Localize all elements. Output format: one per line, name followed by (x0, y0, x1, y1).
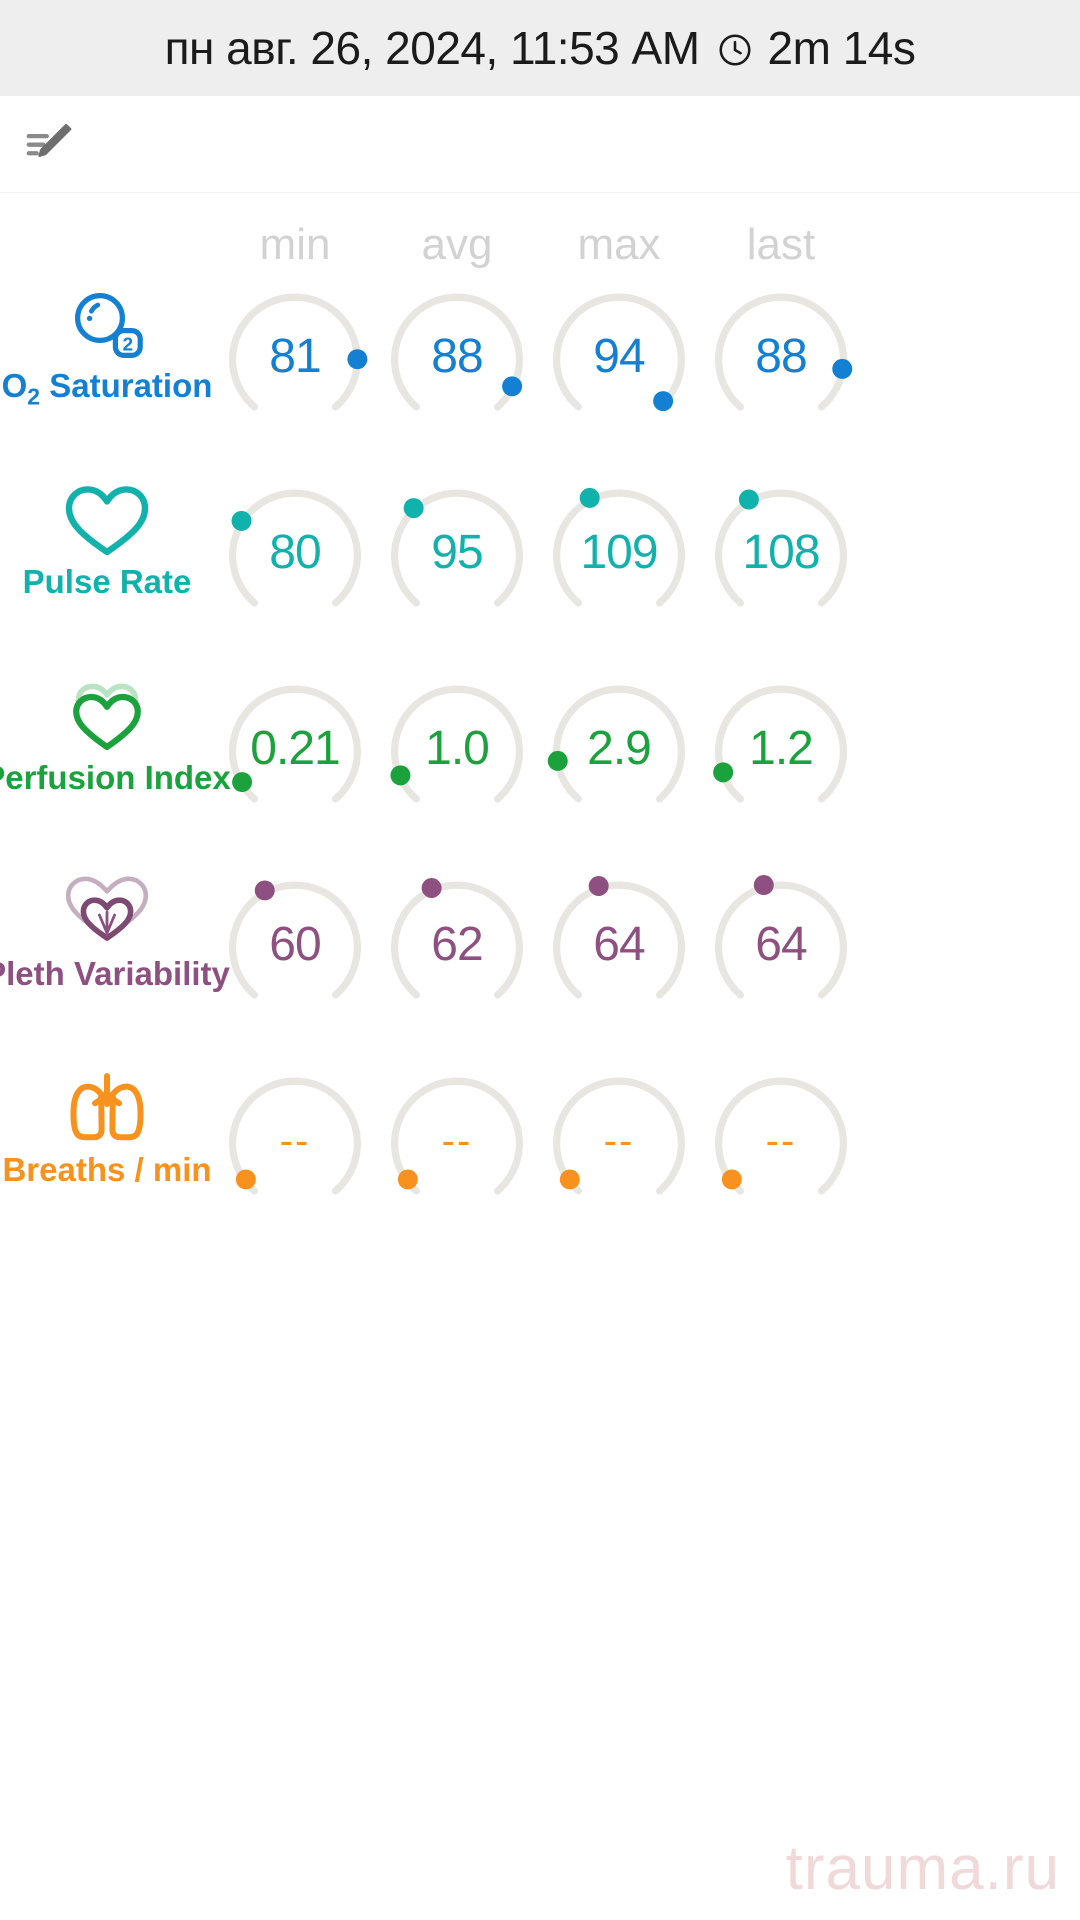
gauge-cell-perfusion-index-max[interactable]: 2.9 (538, 659, 700, 827)
gauge-pulse-rate-min: 80 (217, 475, 373, 631)
header-bar: пн авг. 26, 2024, 11:53 AM 2m 14s (0, 0, 1080, 96)
gauge-breaths-per-min-avg: -- (379, 1063, 535, 1219)
gauge-cell-pleth-variability-max[interactable]: 64 (538, 855, 700, 1023)
gauge-value-pleth-variability-max: 64 (541, 867, 697, 1023)
gauge-group-breaths-per-min: -- -- -- (214, 1051, 1080, 1219)
gauge-pulse-rate-last: 108 (703, 475, 859, 631)
gauge-value-pulse-rate-avg: 95 (379, 475, 535, 631)
gauge-perfusion-index-max: 2.9 (541, 671, 697, 827)
gauge-cell-perfusion-index-min[interactable]: 0.21 (214, 659, 376, 827)
metric-label-pulse-rate: Pulse Rate (0, 463, 214, 598)
metric-row-spo2[interactable]: 2 O2 Saturation 81 (0, 267, 1080, 463)
metric-name-spo2: O2 Saturation (2, 369, 213, 409)
gauge-group-pulse-rate: 80 95 109 (214, 463, 1080, 631)
gauge-cell-breaths-per-min-last[interactable]: -- (700, 1051, 862, 1219)
gauge-value-pleth-variability-last: 64 (703, 867, 859, 1023)
gauge-cell-pleth-variability-last[interactable]: 64 (700, 855, 862, 1023)
gauge-group-spo2: 81 88 94 (214, 267, 1080, 435)
metric-name-pulse-rate: Pulse Rate (23, 565, 192, 598)
toolbar (0, 96, 1080, 192)
metric-row-breaths-per-min[interactable]: Breaths / min -- -- (0, 1051, 1080, 1247)
metric-label-pleth-variability: Pleth Variability (0, 855, 214, 990)
gauge-cell-spo2-min[interactable]: 81 (214, 267, 376, 435)
metric-row-perfusion-index[interactable]: Perfusion Index 0.21 1.0 (0, 659, 1080, 855)
gauge-cell-perfusion-index-last[interactable]: 1.2 (700, 659, 862, 827)
double-heart-icon (63, 677, 151, 755)
gauge-cell-perfusion-index-avg[interactable]: 1.0 (376, 659, 538, 827)
gauge-value-perfusion-index-avg: 1.0 (379, 671, 535, 827)
gauge-pleth-variability-last: 64 (703, 867, 859, 1023)
gauge-pleth-variability-min: 60 (217, 867, 373, 1023)
gauge-value-pleth-variability-min: 60 (217, 867, 373, 1023)
gauge-spo2-min: 81 (217, 279, 373, 435)
metric-row-pleth-variability[interactable]: Pleth Variability 60 62 (0, 855, 1080, 1051)
vitals-summary-table: min avg max last 2 O2 Saturation (0, 193, 1080, 1247)
gauge-cell-spo2-avg[interactable]: 88 (376, 267, 538, 435)
gauge-cell-breaths-per-min-max[interactable]: -- (538, 1051, 700, 1219)
metric-name-perfusion-index: Perfusion Index (0, 761, 231, 794)
column-header-min: min (214, 223, 376, 267)
metric-label-perfusion-index: Perfusion Index (0, 659, 214, 794)
gauge-spo2-avg: 88 (379, 279, 535, 435)
metric-name-breaths-per-min: Breaths / min (2, 1153, 211, 1186)
gauge-value-pulse-rate-max: 109 (541, 475, 697, 631)
gauge-spo2-last: 88 (703, 279, 859, 435)
column-header-row: min avg max last (0, 193, 1080, 267)
gauge-pulse-rate-avg: 95 (379, 475, 535, 631)
gauge-perfusion-index-min: 0.21 (217, 671, 373, 827)
gauge-value-spo2-last: 88 (703, 279, 859, 435)
gauge-value-perfusion-index-min: 0.21 (217, 671, 373, 827)
gauge-value-pleth-variability-avg: 62 (379, 867, 535, 1023)
metric-row-pulse-rate[interactable]: Pulse Rate 80 95 (0, 463, 1080, 659)
gauge-breaths-per-min-max: -- (541, 1063, 697, 1219)
gauge-perfusion-index-last: 1.2 (703, 671, 859, 827)
column-header-last: last (700, 223, 862, 267)
gauge-value-breaths-per-min-min: -- (217, 1063, 373, 1219)
gauge-cell-spo2-max[interactable]: 94 (538, 267, 700, 435)
gauge-value-spo2-min: 81 (217, 279, 373, 435)
svg-text:2: 2 (123, 334, 133, 355)
gauge-value-perfusion-index-max: 2.9 (541, 671, 697, 827)
oxygen-bubble-icon: 2 (67, 285, 147, 363)
gauge-cell-pulse-rate-last[interactable]: 108 (700, 463, 862, 631)
gauge-value-breaths-per-min-avg: -- (379, 1063, 535, 1219)
gauge-cell-breaths-per-min-min[interactable]: -- (214, 1051, 376, 1219)
column-header-max: max (538, 223, 700, 267)
gauge-spo2-max: 94 (541, 279, 697, 435)
gauge-value-pulse-rate-min: 80 (217, 475, 373, 631)
metric-label-breaths-per-min: Breaths / min (0, 1051, 214, 1186)
lungs-icon (64, 1069, 150, 1147)
gauge-cell-spo2-last[interactable]: 88 (700, 267, 862, 435)
gauge-pulse-rate-max: 109 (541, 475, 697, 631)
gauge-group-pleth-variability: 60 62 64 (214, 855, 1080, 1023)
gauge-cell-pleth-variability-avg[interactable]: 62 (376, 855, 538, 1023)
session-duration: 2m 14s (768, 21, 916, 75)
gauge-cell-breaths-per-min-avg[interactable]: -- (376, 1051, 538, 1219)
gauge-cell-pulse-rate-min[interactable]: 80 (214, 463, 376, 631)
gauge-value-perfusion-index-last: 1.2 (703, 671, 859, 827)
gauge-cell-pulse-rate-max[interactable]: 109 (538, 463, 700, 631)
gauge-value-breaths-per-min-last: -- (703, 1063, 859, 1219)
metric-name-pleth-variability: Pleth Variability (0, 957, 230, 990)
gauge-value-spo2-avg: 88 (379, 279, 535, 435)
gauge-cell-pleth-variability-min[interactable]: 60 (214, 855, 376, 1023)
gauge-pleth-variability-max: 64 (541, 867, 697, 1023)
session-datetime: пн авг. 26, 2024, 11:53 AM (165, 21, 700, 75)
gauge-perfusion-index-avg: 1.0 (379, 671, 535, 827)
gauge-breaths-per-min-min: -- (217, 1063, 373, 1219)
gauge-value-breaths-per-min-max: -- (541, 1063, 697, 1219)
gauge-value-spo2-max: 94 (541, 279, 697, 435)
gauge-value-pulse-rate-last: 108 (703, 475, 859, 631)
heart-outline-icon (63, 481, 151, 559)
gauge-cell-pulse-rate-avg[interactable]: 95 (376, 463, 538, 631)
metric-label-spo2: 2 O2 Saturation (0, 267, 214, 409)
gauge-pleth-variability-avg: 62 (379, 867, 535, 1023)
gauge-group-perfusion-index: 0.21 1.0 2.9 (214, 659, 1080, 827)
clock-icon (716, 31, 754, 69)
column-header-avg: avg (376, 223, 538, 267)
edit-note-icon[interactable] (22, 117, 76, 171)
watermark: trauma.ru (786, 1838, 1060, 1900)
nested-hearts-icon (61, 873, 153, 951)
gauge-breaths-per-min-last: -- (703, 1063, 859, 1219)
